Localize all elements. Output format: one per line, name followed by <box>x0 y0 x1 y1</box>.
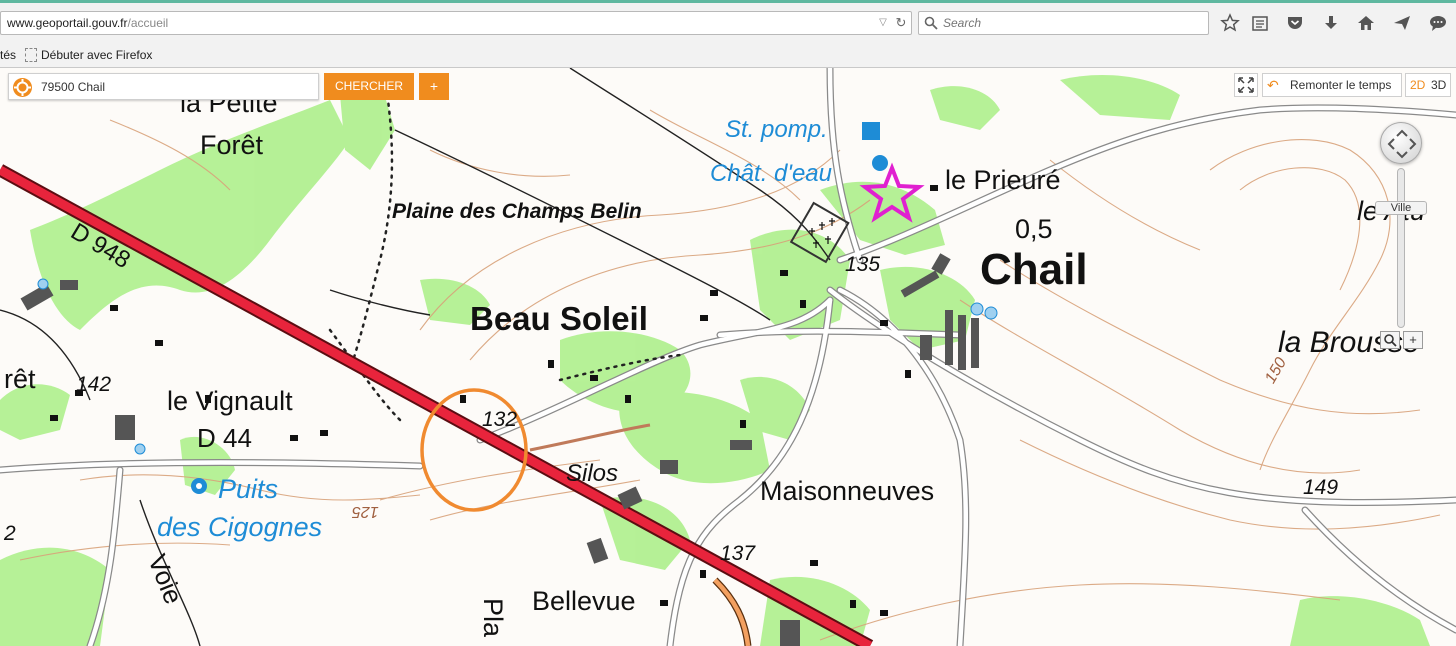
label-puits: Puits <box>218 474 279 504</box>
fullscreen-icon <box>1238 77 1254 93</box>
zoom-level-label: Ville <box>1375 201 1427 215</box>
url-bar[interactable]: www.geoportail.gouv.fr/accueil <box>0 11 912 35</box>
search-input[interactable] <box>943 13 1203 33</box>
label-value-05: 0,5 <box>1015 214 1053 244</box>
magnifier-icon <box>1384 334 1397 347</box>
label-st-pomp: St. pomp. <box>725 116 828 143</box>
label-beau-soleil: Beau Soleil <box>470 300 648 337</box>
place-search-box[interactable] <box>8 73 319 100</box>
view-3d-button[interactable]: 3D <box>1431 74 1446 96</box>
home-icon[interactable] <box>1356 13 1376 33</box>
label-d44: D 44 <box>197 423 252 453</box>
reading-list-icon[interactable] <box>1250 13 1270 33</box>
browser-search-box[interactable] <box>918 11 1209 35</box>
label-bellevue: Bellevue <box>532 586 636 616</box>
label-elev-132: 132 <box>482 408 518 431</box>
undo-arrow-icon: ↶ <box>1267 77 1279 93</box>
label-silos: Silos <box>566 460 619 487</box>
label-left-2: 2 <box>4 522 16 545</box>
geolocate-icon[interactable] <box>12 77 33 98</box>
url-host: www.geoportail.gouv.fr <box>7 16 128 30</box>
label-maisonneuves: Maisonneuves <box>760 476 935 506</box>
url-path: /accueil <box>127 16 169 30</box>
tab-strip <box>0 0 1456 6</box>
label-plaine: Plaine des Champs Belin <box>392 200 642 223</box>
water-point <box>872 155 888 171</box>
label-elev-142: 142 <box>76 373 112 396</box>
star-icon[interactable] <box>1220 13 1240 33</box>
zoom-in-button[interactable]: + <box>1403 331 1423 349</box>
more-options-button[interactable]: + <box>419 73 449 100</box>
label-pla: Pla <box>478 598 508 638</box>
zoom-slider[interactable] <box>1397 168 1405 328</box>
search-button[interactable]: CHERCHER <box>324 73 414 100</box>
view-toggle: 2D 3D <box>1405 73 1451 97</box>
bookmark-most-visited[interactable]: tés <box>0 44 16 66</box>
label-des-cigognes: des Cigognes <box>157 512 323 542</box>
bookmarks-bar: tés Débuter avec Firefox <box>0 44 1456 66</box>
fullscreen-button[interactable] <box>1234 73 1258 97</box>
pan-arrows-icon <box>1387 129 1417 159</box>
send-icon[interactable] <box>1392 13 1412 33</box>
label-elev-125: 125 <box>352 503 379 520</box>
page-icon <box>25 48 37 62</box>
time-travel-label: Remonter le temps <box>1290 78 1392 92</box>
reload-icon[interactable]: ↻ <box>893 15 909 31</box>
label-elev-137: 137 <box>720 542 756 565</box>
label-chat-deau: Chât. d'eau <box>710 160 833 187</box>
browser-chrome: www.geoportail.gouv.fr/accueil ▽ ↻ Searc… <box>0 0 1456 68</box>
label-le-prieure: le Prieuré <box>945 165 1061 195</box>
label-elev-135: 135 <box>845 253 881 276</box>
label-elev-149: 149 <box>1303 476 1339 499</box>
label-chail: Chail <box>980 245 1088 294</box>
url-dropdown-icon[interactable]: ▽ <box>876 16 890 30</box>
search-icon <box>924 16 938 30</box>
time-travel-button[interactable]: ↶ Remonter le temps <box>1262 73 1402 97</box>
chat-icon[interactable] <box>1428 13 1448 33</box>
map-canvas[interactable]: la Petite Forêt D 948 Plaine des Champs … <box>0 68 1456 646</box>
label-le-vignault: le Vignault <box>167 386 293 416</box>
pump-station <box>862 122 880 140</box>
download-icon[interactable] <box>1321 13 1341 33</box>
view-2d-button[interactable]: 2D <box>1410 74 1425 96</box>
label-foret-top: Forêt <box>200 130 264 160</box>
bookmark-getting-started[interactable]: Débuter avec Firefox <box>25 44 152 66</box>
zoom-out-button[interactable] <box>1380 331 1400 349</box>
place-input[interactable] <box>41 76 311 97</box>
label-foret-left: rêt <box>4 364 36 394</box>
pocket-icon[interactable] <box>1285 13 1305 33</box>
bookmark-getting-started-label: Débuter avec Firefox <box>41 48 153 62</box>
pan-control[interactable] <box>1380 122 1422 164</box>
